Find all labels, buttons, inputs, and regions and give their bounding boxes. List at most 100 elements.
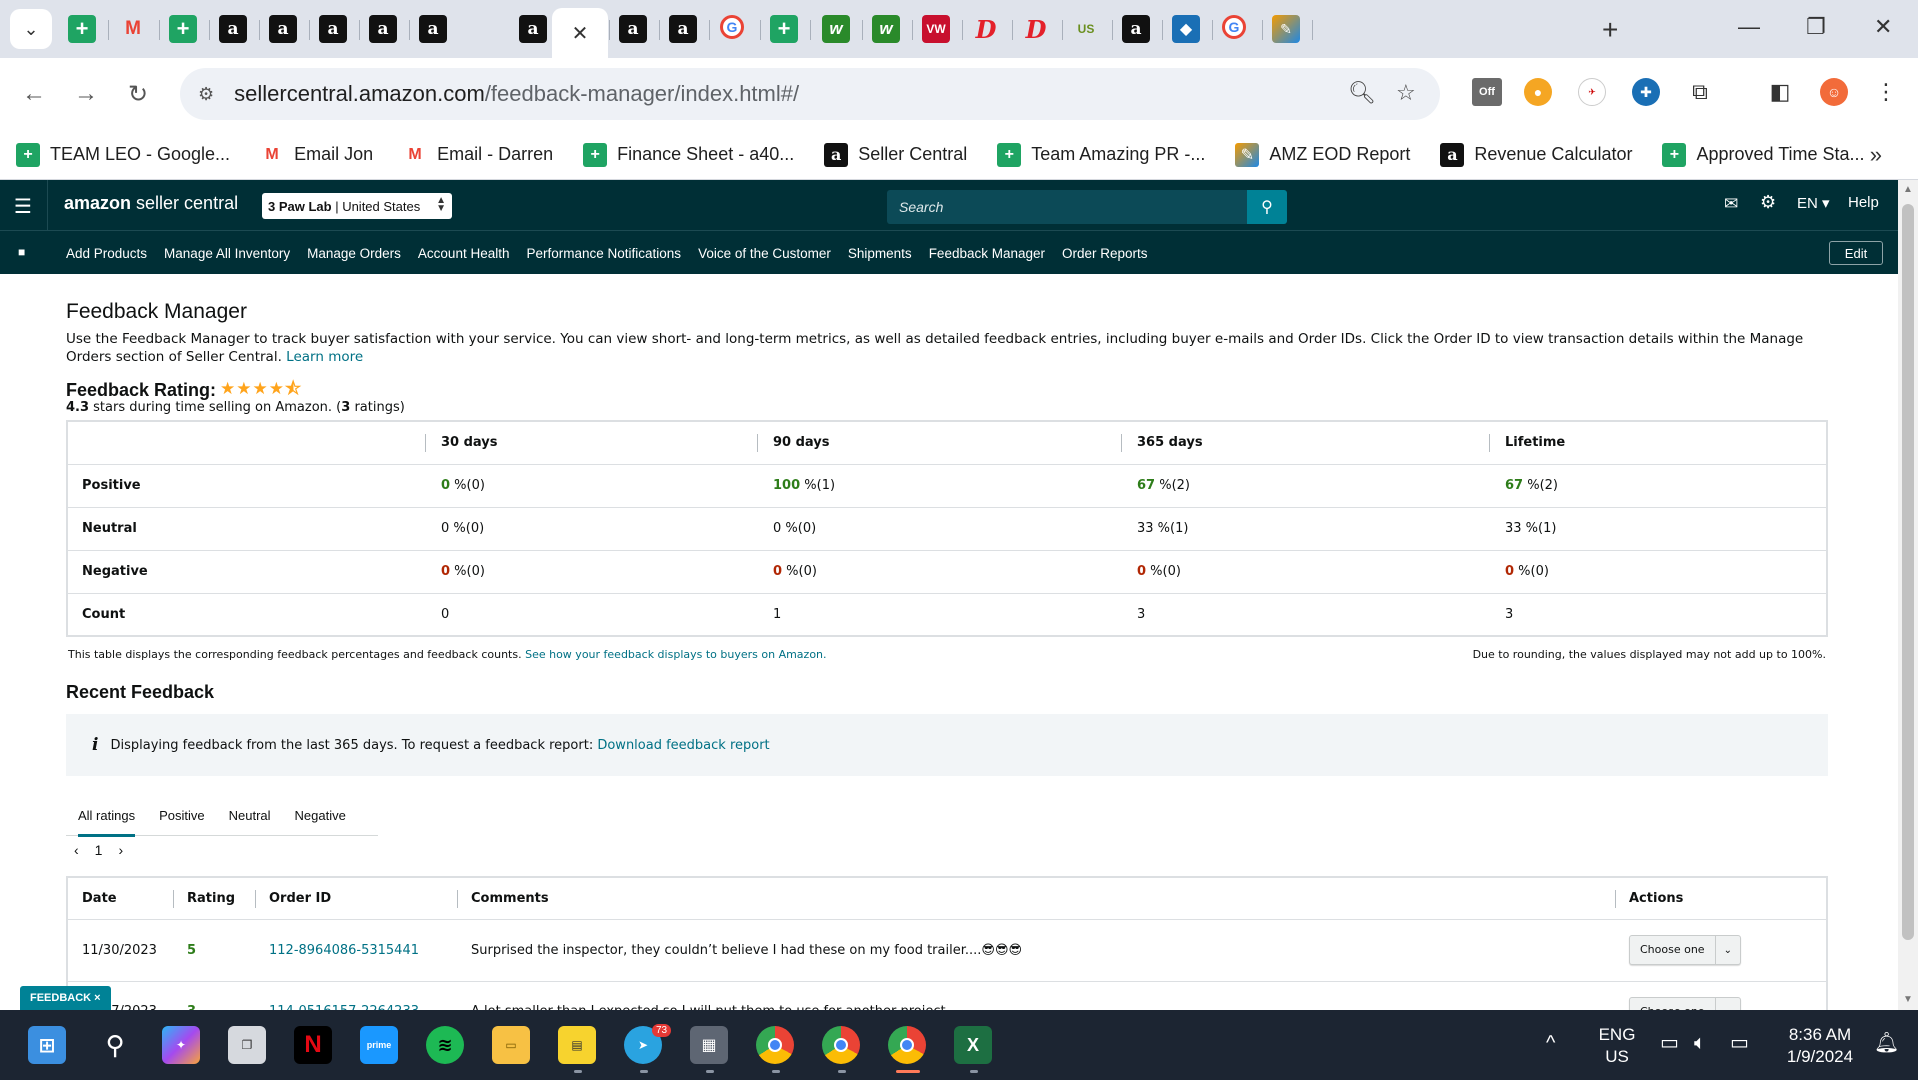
bookmark-item[interactable]: + TEAM LEO - Google... xyxy=(16,142,230,167)
scroll-up-icon[interactable]: ▲ xyxy=(1903,184,1913,195)
task-view-icon[interactable]: ❐ xyxy=(228,1026,266,1064)
prime-video-icon[interactable]: prime xyxy=(360,1026,398,1064)
bookmark-star-icon[interactable]: ☆ xyxy=(1396,80,1416,106)
prev-page-icon[interactable]: ‹ xyxy=(74,842,79,858)
hidden-icons-chevron[interactable]: ^ xyxy=(1546,1032,1555,1054)
scroll-thumb[interactable] xyxy=(1902,204,1914,940)
battery-icon[interactable]: ▭ xyxy=(1730,1032,1749,1054)
extensions-puzzle-icon[interactable]: ⧉ xyxy=(1686,78,1714,106)
language-indicator[interactable]: ENG US xyxy=(1596,1024,1638,1068)
back-button[interactable]: ← xyxy=(22,80,46,108)
forward-button[interactable]: → xyxy=(74,80,98,108)
filter-tab[interactable]: Positive xyxy=(159,796,205,836)
address-bar[interactable]: ⚙ sellercentral.amazon.com/feedback-mana… xyxy=(180,68,1440,120)
bookmark-item[interactable]: + Finance Sheet - a40... xyxy=(583,142,794,167)
scroll-down-icon[interactable]: ▼ xyxy=(1903,994,1913,1005)
volume-icon[interactable]: 🔈︎ xyxy=(1694,1032,1706,1054)
google-icon[interactable]: G xyxy=(720,15,744,39)
amazon-icon[interactable]: a xyxy=(319,15,347,43)
bookmark-item[interactable]: ✎ AMZ EOD Report xyxy=(1235,142,1410,167)
bookmark-item[interactable]: a Revenue Calculator xyxy=(1440,142,1632,167)
nav-link[interactable]: Manage All Inventory xyxy=(164,246,290,261)
extension-login-icon[interactable]: ✈ xyxy=(1578,78,1606,106)
search-icon[interactable]: ⚲ xyxy=(96,1026,134,1064)
notification-bell-icon[interactable]: 🔔︎ xyxy=(1874,1032,1899,1054)
browser-menu-icon[interactable]: ⋮ xyxy=(1872,78,1900,106)
amazon-icon[interactable]: a xyxy=(1122,15,1150,43)
search-input[interactable]: Search xyxy=(887,190,1247,224)
choose-action-dropdown[interactable]: Choose one⌄ xyxy=(1629,996,1741,1010)
diamond-icon[interactable]: ◆ xyxy=(1172,15,1200,43)
nav-link[interactable]: Feedback Manager xyxy=(929,246,1045,261)
chrome-active-icon[interactable] xyxy=(888,1026,926,1064)
minimize-button[interactable]: — xyxy=(1738,14,1760,40)
amazon-icon[interactable]: a xyxy=(269,15,297,43)
netflix-icon[interactable]: N xyxy=(294,1026,332,1064)
nav-link[interactable]: Add Products xyxy=(66,246,147,261)
amazon-icon[interactable]: a xyxy=(519,15,547,43)
close-window-button[interactable]: ✕ xyxy=(1874,14,1892,40)
bookmark-item[interactable]: M Email Jon xyxy=(260,143,373,167)
nav-link[interactable]: Account Health xyxy=(418,246,510,261)
filter-tab[interactable]: All ratings xyxy=(78,796,136,837)
edit-nav-button[interactable]: Edit xyxy=(1829,241,1883,265)
language-selector[interactable]: EN ▾ xyxy=(1797,194,1830,212)
bookmark-icon[interactable]: ■ xyxy=(18,245,25,259)
amazon-icon[interactable]: a xyxy=(219,15,247,43)
new-tab-button[interactable]: + xyxy=(1602,14,1618,46)
more-bookmarks-icon[interactable]: » xyxy=(1870,142,1882,168)
close-tab-icon[interactable]: ✕ xyxy=(572,21,589,46)
sticky-notes-icon[interactable]: ▤ xyxy=(558,1026,596,1064)
filter-tab[interactable]: Negative xyxy=(295,796,346,836)
reload-button[interactable]: ↻ xyxy=(128,80,148,109)
restore-button[interactable]: ❐ xyxy=(1806,14,1826,40)
clock[interactable]: 8:36 AM 1/9/2024 xyxy=(1780,1024,1860,1068)
page-scrollbar[interactable]: ▲ ▼ xyxy=(1898,180,1918,1010)
account-switcher[interactable]: 3 Paw Lab | United States ▲ ▼ xyxy=(262,193,452,219)
copilot-icon[interactable]: ✦ xyxy=(162,1026,200,1064)
gmail-icon[interactable]: M xyxy=(119,15,147,43)
learn-more-link[interactable]: Learn more xyxy=(286,349,363,365)
us-foods-icon[interactable]: US xyxy=(1072,15,1100,43)
excel-icon[interactable]: X xyxy=(954,1026,992,1064)
chrome-profile-icon[interactable] xyxy=(822,1026,860,1064)
nav-link[interactable]: Shipments xyxy=(848,246,912,261)
sheets-icon[interactable]: + xyxy=(68,15,96,43)
bookmark-item[interactable]: a Seller Central xyxy=(824,142,967,167)
extension-off-icon[interactable]: Off xyxy=(1472,78,1502,106)
feedback-widget-tab[interactable]: FEEDBACK × xyxy=(20,986,111,1010)
profile-avatar[interactable]: ☺ xyxy=(1820,78,1848,106)
nav-link[interactable]: Performance Notifications xyxy=(526,246,681,261)
sheets-icon[interactable]: + xyxy=(169,15,197,43)
d-icon[interactable]: D xyxy=(972,15,1000,44)
extension-blue-icon[interactable]: ✚ xyxy=(1632,78,1660,106)
tab-search-button[interactable]: ⌄ xyxy=(10,9,52,49)
sheets-icon[interactable]: + xyxy=(770,15,798,43)
feedback-display-link[interactable]: See how your feedback displays to buyers… xyxy=(525,648,826,661)
gear-icon[interactable]: ⚙ xyxy=(1760,192,1776,213)
search-button[interactable]: ⚲ xyxy=(1247,190,1287,224)
w-icon[interactable]: w xyxy=(822,15,850,43)
filter-tab[interactable]: Neutral xyxy=(229,796,271,836)
active-tab[interactable]: ✕ xyxy=(552,8,608,58)
amazon-icon[interactable]: a xyxy=(369,15,397,43)
multicolor-icon[interactable]: ✎ xyxy=(1272,15,1300,43)
menu-icon[interactable]: ☰ xyxy=(14,194,32,219)
nav-link[interactable]: Manage Orders xyxy=(307,246,401,261)
seller-central-logo[interactable]: amazon seller central xyxy=(64,193,238,214)
download-report-link[interactable]: Download feedback report xyxy=(597,738,769,753)
amazon-icon[interactable]: a xyxy=(619,15,647,43)
bookmark-item[interactable]: M Email - Darren xyxy=(403,143,553,167)
d-icon[interactable]: D xyxy=(1022,15,1050,44)
next-page-icon[interactable]: › xyxy=(118,842,123,858)
help-link[interactable]: Help xyxy=(1848,194,1879,211)
chrome-icon[interactable] xyxy=(756,1026,794,1064)
amazon-icon[interactable]: a xyxy=(669,15,697,43)
zoom-icon[interactable]: 🔍︎ xyxy=(1348,80,1376,106)
bookmark-item[interactable]: + Team Amazing PR -... xyxy=(997,142,1205,167)
bookmark-item[interactable]: + Approved Time Sta... xyxy=(1662,142,1865,167)
extension-circle-icon[interactable]: ● xyxy=(1524,78,1552,106)
current-page[interactable]: 1 xyxy=(95,842,103,858)
side-panel-icon[interactable]: ◧ xyxy=(1766,78,1794,106)
order-id-link[interactable]: 114-0516157-2264233 xyxy=(255,981,457,1010)
